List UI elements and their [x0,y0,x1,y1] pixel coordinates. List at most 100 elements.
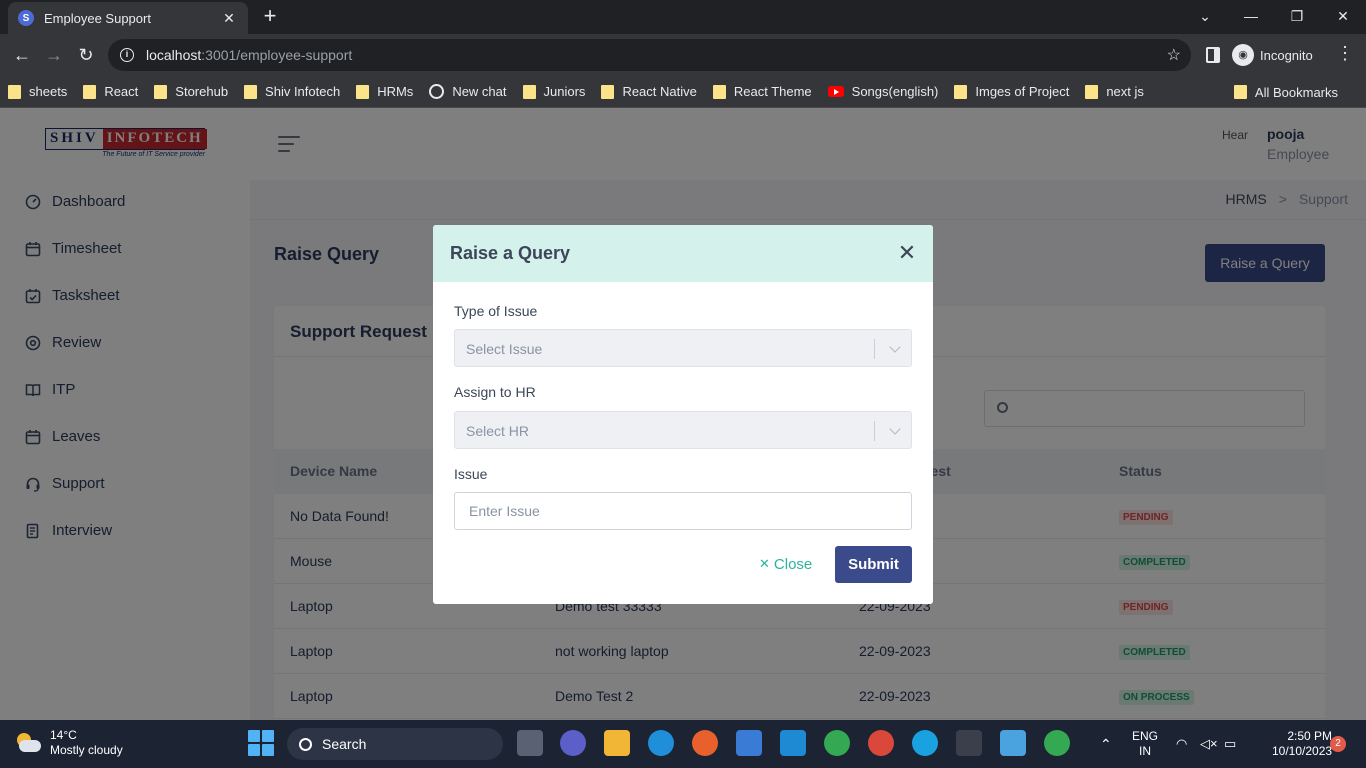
modal-header: Raise a Query ✕ [433,225,933,282]
folder-icon [712,84,726,99]
assign-to-hr-label: Assign to HR [454,384,536,400]
tab-close-icon[interactable]: ✕ [220,10,238,27]
folder-icon [83,84,97,99]
tab-title: Employee Support [44,10,151,26]
partly-cloudy-icon [14,733,42,753]
close-button[interactable]: ✕ Close [759,554,812,574]
select-separator [874,339,875,359]
edge-browser-icon[interactable] [648,730,674,756]
weather-widget[interactable]: 14°C Mostly cloudy [14,728,123,758]
submit-button[interactable]: Submit [835,546,912,583]
chrome-profile-icon[interactable] [868,730,894,756]
back-arrow-icon[interactable]: ← [10,43,34,67]
folder-icon [954,84,968,99]
chevron-down-icon [889,423,901,435]
weather-description: Mostly cloudy [50,743,123,757]
url-host: localhost [146,47,202,63]
minimize-window-icon[interactable]: — [1236,4,1266,28]
bookmark-item[interactable]: Songs(english) [827,84,938,99]
folder-icon [244,84,258,99]
weather-temperature: 14°C [50,728,77,742]
reload-icon[interactable]: ↻ [74,43,98,67]
youtube-icon [827,86,844,97]
browser-tab-active[interactable]: S Employee Support ✕ [8,2,248,34]
bookmark-item[interactable]: Imges of Project [954,84,1069,99]
app-viewport: SHIV INFOTECH The Future of IT Service p… [0,108,1366,720]
system-clock[interactable]: 2:50 PM 10/10/2023 [1272,720,1332,768]
folder-icon [522,84,536,99]
notepad-icon[interactable] [1000,730,1026,756]
bookmark-item[interactable]: New chat [429,84,507,99]
incognito-label: Incognito [1260,47,1313,63]
bookmark-item[interactable]: React Theme [712,84,812,99]
bookmark-item[interactable]: Shiv Infotech [244,84,340,99]
chevron-down-icon [889,341,901,353]
battery-icon[interactable]: ▭ [1224,720,1236,768]
address-bar[interactable]: i localhost:3001/employee-support ☆ [108,39,1191,71]
type-of-issue-label: Type of Issue [454,303,538,319]
close-window-icon[interactable]: ✕ [1328,4,1358,28]
clock-time: 2:50 PM [1287,729,1333,743]
browser-toolbar: ← → ↻ i localhost:3001/employee-support … [0,34,1366,76]
bookmark-item[interactable]: HRMs [356,84,413,99]
bookmark-item[interactable]: React Native [601,84,697,99]
folder-icon [356,84,370,99]
folder-icon [8,84,21,99]
windows-start-icon[interactable] [248,730,274,756]
skype-icon[interactable] [912,730,938,756]
assign-to-hr-select[interactable]: Select HR [454,411,912,449]
modal-title: Raise a Query [450,243,571,263]
select-placeholder: Select HR [466,423,530,439]
language-indicator[interactable]: ENG IN [1132,720,1158,768]
close-icon[interactable]: ✕ [895,241,919,265]
file-explorer-icon[interactable] [604,730,630,756]
tray-overflow-chevron-icon[interactable]: ⌃ [1100,720,1112,768]
bookmarks-bar: sheets React Storehub Shiv Infotech HRMs… [0,76,1366,108]
site-info-icon[interactable]: i [120,48,134,62]
issue-label: Issue [454,466,488,482]
bookmark-item[interactable]: Storehub [154,84,228,99]
tab-search-chevron-icon[interactable]: ⌄ [1190,4,1220,28]
folder-icon [1085,84,1099,99]
side-panel-icon[interactable] [1206,47,1220,63]
task-view-icon[interactable] [517,730,543,756]
teams-chat-icon[interactable] [560,730,586,756]
volume-muted-icon[interactable]: ◁× [1200,720,1218,768]
microsoft-store-icon[interactable] [736,730,762,756]
close-x-icon: ✕ [759,556,770,571]
select-separator [874,421,875,441]
bookmark-item[interactable]: sheets [8,84,67,99]
firefox-icon[interactable] [692,730,718,756]
forward-arrow-icon[interactable]: → [42,43,66,67]
clock-date: 10/10/2023 [1272,744,1333,758]
incognito-profile-button[interactable]: ◉ Incognito [1232,42,1313,68]
bookmark-item[interactable]: React [83,84,138,99]
terminal-icon[interactable] [956,730,982,756]
chatgpt-icon [429,84,445,99]
url-path: :3001/employee-support [201,47,353,63]
type-of-issue-select[interactable]: Select Issue [454,329,912,367]
vscode-icon[interactable] [780,730,806,756]
folder-icon [154,84,168,99]
bookmark-item[interactable]: Juniors [522,84,585,99]
windows-taskbar: 14°C Mostly cloudy Search ⌃ ENG IN ◠ ◁× … [0,720,1366,768]
chrome-icon[interactable] [824,730,850,756]
issue-input[interactable] [454,492,912,530]
site-favicon-icon: S [18,10,34,26]
select-placeholder: Select Issue [466,341,543,357]
incognito-icon: ◉ [1232,44,1254,66]
notification-badge[interactable]: 2 [1330,736,1346,752]
new-tab-plus-icon[interactable]: + [258,5,282,29]
browser-tab-bar: S Employee Support ✕ + ⌄ — ❐ ✕ [0,0,1366,34]
wifi-icon[interactable]: ◠ [1176,720,1187,768]
browser-menu-icon[interactable]: ⋮ [1336,43,1354,64]
taskbar-search[interactable]: Search [287,728,503,760]
all-bookmarks-button[interactable]: All Bookmarks [1233,76,1338,108]
restore-window-icon[interactable]: ❐ [1282,4,1312,28]
bookmark-item[interactable]: next js [1085,84,1144,99]
bookmark-star-icon[interactable]: ☆ [1167,45,1181,65]
folder-icon [1233,85,1247,99]
search-icon [299,737,312,751]
chrome-icon[interactable] [1044,730,1070,756]
raise-query-modal: Raise a Query ✕ Type of Issue Select Iss… [433,225,933,604]
